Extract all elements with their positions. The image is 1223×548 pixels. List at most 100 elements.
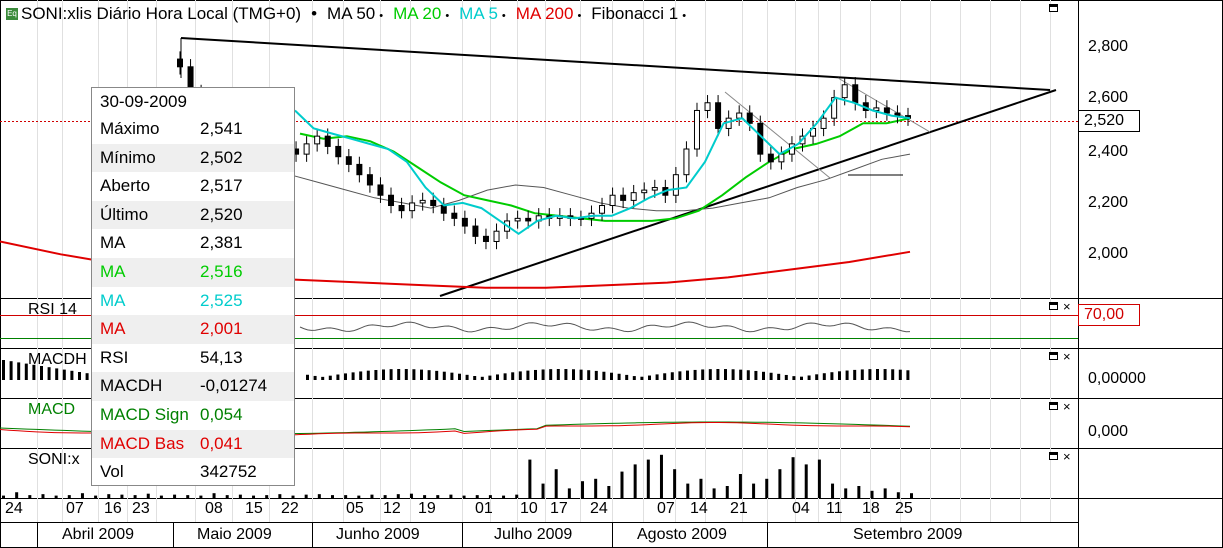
macdh-bar [344,373,347,380]
volume-bar [107,494,111,498]
macdh-bar [526,370,530,380]
candle [356,156,363,183]
macdh-bar [853,369,857,380]
volume-bar [199,495,203,498]
macdh-bar [556,369,560,380]
maximize-macd-panel-button[interactable] [1049,402,1058,410]
volume-bar [686,483,690,498]
volume-bar [765,478,769,498]
volume-bar [238,494,242,498]
title-menu-arrow[interactable]: • [311,4,317,24]
macdh-bar [701,369,705,380]
x-month-label: Setembro 2009 [853,526,963,543]
tooltip-key: MACD Sign [100,404,189,424]
candle-body [324,135,331,147]
close-rsi-panel-button[interactable]: × [1063,300,1071,313]
volume-bar [910,493,913,498]
maximize-macdh-panel-button[interactable] [1049,352,1058,360]
candle-body [672,174,679,196]
volume-bar [357,495,361,498]
candle-body [377,184,384,196]
volume-bar [133,495,137,498]
ma50-legend[interactable]: MA 50 • [327,4,383,24]
candle-body [440,205,447,214]
macdh-bar [860,369,864,380]
volume-panel-label[interactable]: SONI:x [28,451,80,469]
macdh-bar [420,369,423,380]
close-volume-panel-button[interactable]: × [1063,450,1071,463]
tooltip-key: MACDH [100,376,163,396]
close-macdh-panel-button[interactable]: × [1063,350,1071,363]
x-month-label: Agosto 2009 [637,526,727,543]
macdh-bar [746,370,750,380]
macdh-bar [815,374,819,380]
volume-bar [278,494,282,498]
ma200-legend[interactable]: MA 200 • [516,4,582,24]
macdh-bar [397,369,401,380]
tooltip-value: 0,041 [200,433,243,453]
macdh-bar [404,369,408,380]
macdh-bar [883,369,887,380]
instrument-title[interactable]: SONI:xlis Diário Hora Local (TMG+0) [21,4,301,24]
volume-bar [502,495,506,498]
macdh-bar [686,370,689,380]
x-month-label: Junho 2009 [336,526,420,543]
rsi-panel-label[interactable]: RSI 14 [28,301,77,319]
ma5-label: MA 5 [459,4,498,23]
y-tick-label: 2,400 [1088,143,1129,160]
macdh-bar [754,370,758,380]
maximize-price-panel-button[interactable] [1049,4,1058,12]
macdh-bar [458,373,461,380]
macdh-bar [503,373,507,380]
ma5-legend[interactable]: MA 5 • [459,4,506,24]
x-day-label: 07 [657,500,675,517]
y-tick-label: 2,800 [1088,38,1129,55]
candle [693,102,700,157]
ma200-arrow: • [577,10,582,22]
tooltip-value: 2,001 [200,319,243,339]
macdh-bar [549,369,553,380]
volume-bar [212,493,216,498]
y-tick-label: 2,600 [1088,89,1129,106]
macdh-bar [85,373,89,380]
tooltip-row: MA 2,381 [92,229,294,258]
ma50-line [289,153,911,212]
macdh-bar [450,372,454,380]
macdh-bar [534,369,537,380]
fibonacci-arrow: • [682,10,687,22]
volume-bar [449,494,453,498]
x-month-label: Maio 2009 [197,526,272,543]
macdh-panel-label[interactable]: MACDH [28,351,87,369]
close-macd-panel-button[interactable]: × [1063,400,1071,413]
volume-bar [291,495,295,498]
volume-bar [554,469,558,498]
maximize-volume-panel-button[interactable] [1049,452,1058,460]
tooltip-key: MA [100,261,126,281]
ma20-label: MA 20 [393,4,442,23]
maximize-rsi-panel-button[interactable] [1049,302,1058,310]
macd-panel-label[interactable]: MACD [28,401,75,419]
macdh-bar [838,371,841,380]
volume-bar [883,488,887,498]
candle [883,100,890,121]
candle-body [177,58,183,68]
ma20-legend[interactable]: MA 20 • [393,4,449,24]
candle [388,187,395,214]
macdh-bar [769,372,773,380]
macdh-bar [845,370,849,380]
tooltip-row: Vol 342752 [92,458,294,487]
macdh-bar [359,371,363,380]
tooltip-key: MA [100,319,126,339]
macdh-bar [594,370,598,380]
candle-body [430,199,437,207]
fibonacci-legend[interactable]: Fibonacci 1 • [591,4,686,24]
x-day-label: 11 [826,500,843,517]
tooltip-value: 2,517 [200,176,243,196]
macdh-bar [564,369,568,380]
macdh-bar [336,374,340,380]
volume-bar [633,464,637,498]
tooltip-value: -0,01274 [200,376,268,396]
macdh-bar [587,370,591,380]
candle-body [451,212,458,219]
x-day-label: 18 [862,500,880,517]
